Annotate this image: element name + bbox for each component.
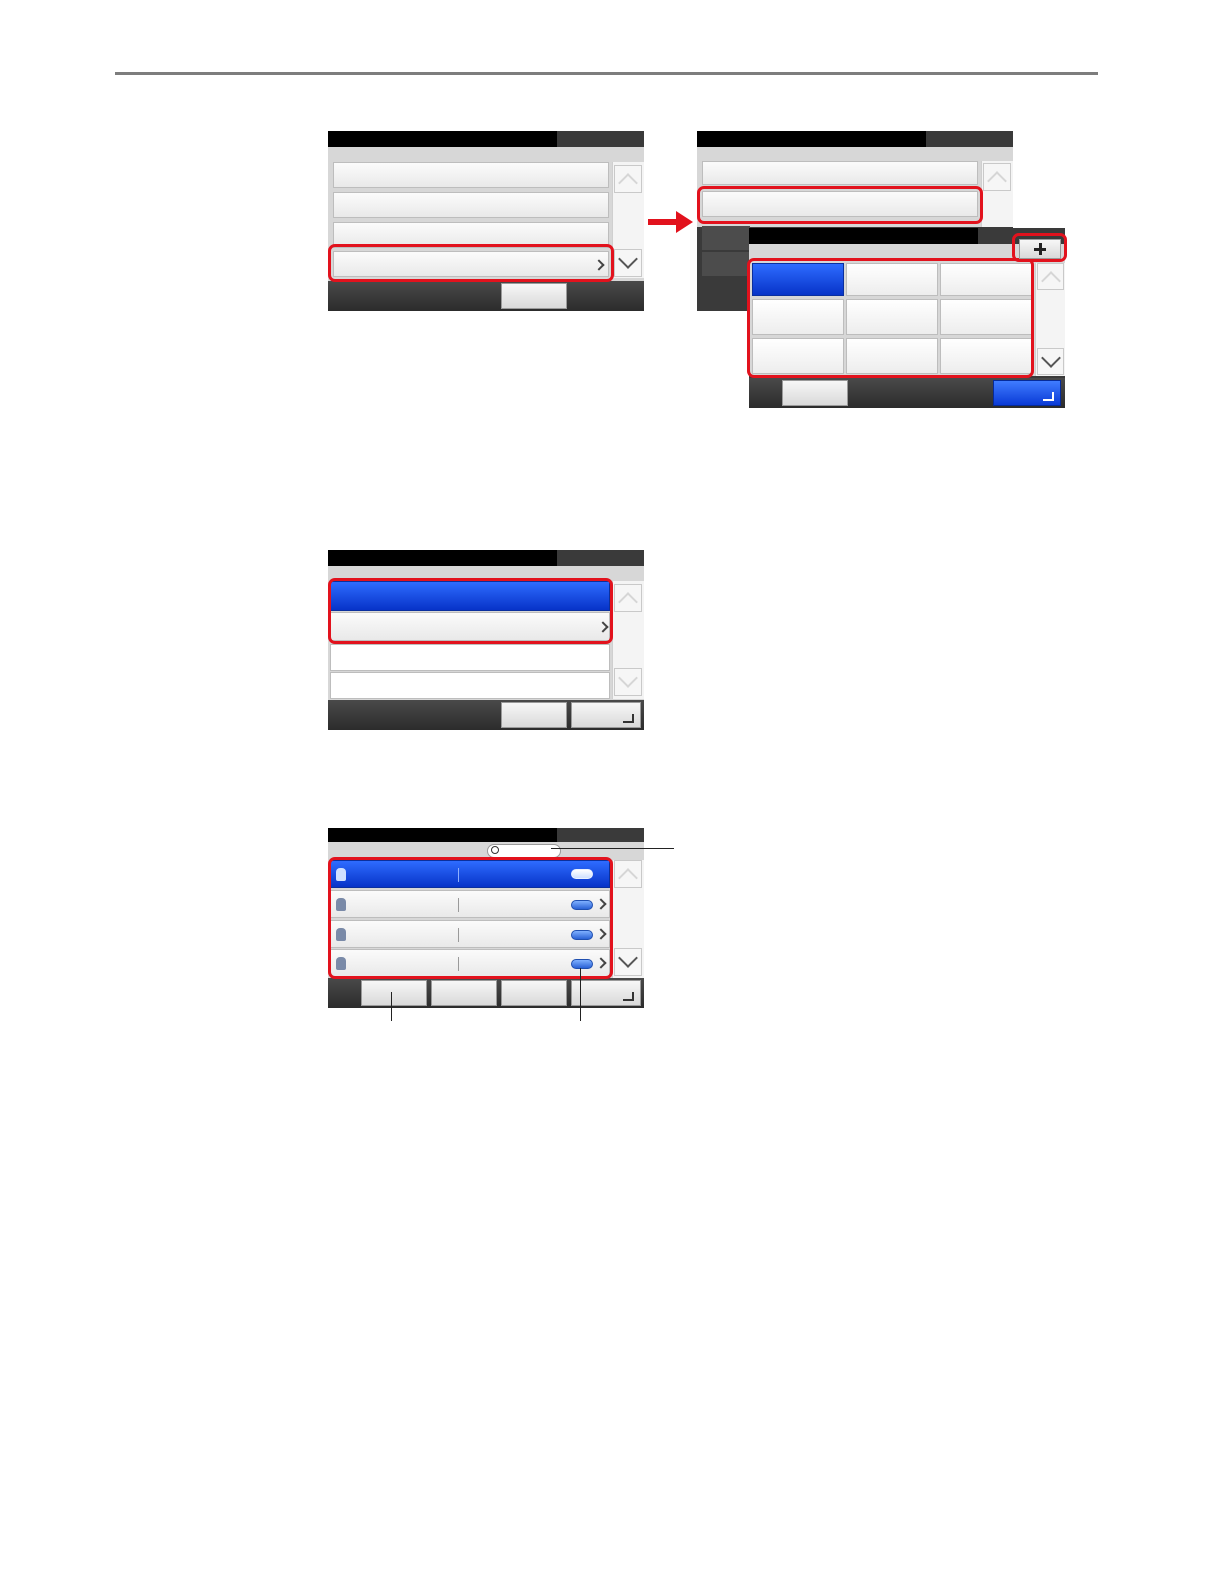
screen-title-bar xyxy=(328,550,557,566)
highlight-frame xyxy=(697,186,983,224)
footer-button[interactable] xyxy=(501,702,567,728)
enter-button[interactable] xyxy=(571,980,641,1006)
scroll-up-button[interactable] xyxy=(983,163,1011,191)
scroll-down-button[interactable] xyxy=(1037,347,1064,375)
scroll-up-button[interactable] xyxy=(614,165,642,193)
scroll-down-button[interactable] xyxy=(614,948,642,976)
chevron-down-icon xyxy=(618,249,638,269)
footer-button[interactable] xyxy=(361,980,427,1006)
enter-button[interactable] xyxy=(993,380,1061,406)
chevron-up-icon xyxy=(987,171,1007,191)
screen-footer xyxy=(328,281,644,311)
background-row xyxy=(702,252,750,276)
scroll-down-button[interactable] xyxy=(614,668,642,696)
highlight-frame xyxy=(328,578,613,644)
scroll-up-button[interactable] xyxy=(614,860,642,888)
chevron-down-icon xyxy=(1040,347,1061,368)
list-row[interactable] xyxy=(333,162,609,188)
highlight-frame xyxy=(328,857,613,979)
footer-button[interactable] xyxy=(782,380,848,406)
chevron-down-icon xyxy=(618,668,638,688)
footer-button[interactable] xyxy=(431,980,497,1006)
chevron-up-icon xyxy=(618,173,638,193)
footer-button[interactable] xyxy=(501,283,567,309)
search-icon xyxy=(491,846,499,854)
panel-screen-d xyxy=(328,828,644,1008)
highlight-frame xyxy=(328,244,614,282)
list-row[interactable] xyxy=(330,644,610,671)
enter-button[interactable] xyxy=(571,702,641,728)
enter-icon xyxy=(623,992,634,1001)
callout-line-footer-button xyxy=(391,992,392,1021)
scroll-down-button[interactable] xyxy=(614,249,642,277)
arrow-right-icon xyxy=(648,211,694,233)
panel-screen-c xyxy=(328,550,644,730)
enter-icon xyxy=(1043,392,1054,401)
panel-screen-a xyxy=(328,131,644,311)
screen-title-bar xyxy=(697,131,926,147)
enter-icon xyxy=(623,714,634,723)
callout-line-search xyxy=(551,848,674,849)
highlight-frame xyxy=(1012,233,1067,262)
list-row[interactable] xyxy=(333,192,609,218)
list-row[interactable] xyxy=(330,672,610,699)
screen-title-bar xyxy=(328,131,557,147)
popup-title-bar xyxy=(749,228,978,244)
highlight-frame xyxy=(747,258,1034,378)
scroll-up-button[interactable] xyxy=(614,584,642,612)
chevron-down-icon xyxy=(618,948,638,968)
background-row xyxy=(702,226,750,250)
list-row[interactable] xyxy=(702,161,978,185)
footer-button[interactable] xyxy=(501,980,567,1006)
chevron-up-icon xyxy=(618,868,638,888)
chevron-up-icon xyxy=(1040,270,1061,291)
search-field[interactable] xyxy=(487,844,561,858)
scroll-up-button[interactable] xyxy=(1037,263,1064,291)
callout-line-detail-icon xyxy=(580,968,581,1021)
chevron-up-icon xyxy=(618,592,638,612)
header-rule xyxy=(115,72,1098,75)
